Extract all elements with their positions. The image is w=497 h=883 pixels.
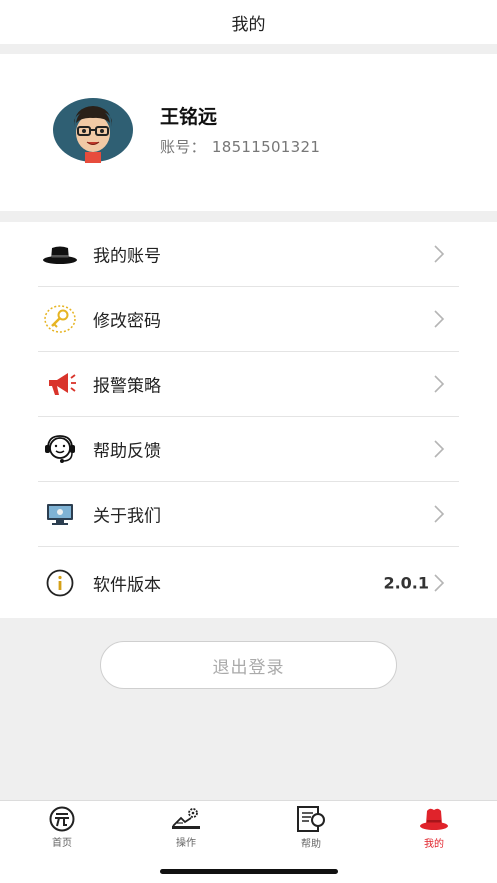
- key-icon: [40, 301, 80, 337]
- page-title: 我的: [231, 14, 266, 35]
- menu-item-software-version[interactable]: 软件版本 2.0.1: [38, 547, 459, 618]
- tab-home[interactable]: 首页: [22, 805, 102, 849]
- chevron-right-icon: [434, 375, 445, 393]
- megaphone-icon: [40, 366, 80, 402]
- menu-item-change-password[interactable]: 修改密码: [38, 287, 459, 352]
- profile-card[interactable]: 王铭远 账号： 18511501321: [0, 54, 497, 211]
- tab-label: 帮助: [301, 839, 321, 850]
- hat-icon: [40, 236, 80, 272]
- monitor-icon: [40, 496, 80, 532]
- chevron-right-icon: [434, 573, 445, 592]
- headset-icon: [40, 431, 80, 467]
- settings-menu: 我的账号 修改密码 报警策略 帮助反馈 关于我们 软件版本 2.0.1: [0, 222, 497, 618]
- operation-icon: [169, 805, 203, 832]
- tab-label: 首页: [52, 838, 72, 849]
- avatar[interactable]: [52, 97, 134, 163]
- home-logo-icon: [45, 805, 79, 832]
- tab-operation[interactable]: 操作: [146, 805, 226, 849]
- tab-label: 操作: [176, 838, 196, 849]
- chevron-right-icon: [434, 245, 445, 263]
- logout-button[interactable]: 退出登录: [100, 641, 397, 689]
- info-icon: [40, 565, 80, 601]
- menu-label: 关于我们: [93, 506, 161, 527]
- menu-item-my-account[interactable]: 我的账号: [38, 222, 459, 287]
- account-number: 18511501321: [211, 138, 321, 156]
- menu-label: 帮助反馈: [93, 441, 161, 462]
- home-indicator: [160, 869, 338, 874]
- tab-label: 我的: [424, 839, 444, 850]
- menu-item-alarm-policy[interactable]: 报警策略: [38, 352, 459, 417]
- version-number: 2.0.1: [383, 573, 429, 592]
- account-info: 账号： 18511501321: [160, 136, 326, 157]
- help-book-icon: [294, 805, 328, 833]
- tab-mine[interactable]: 我的: [394, 805, 474, 850]
- menu-label: 软件版本: [93, 575, 161, 595]
- chevron-right-icon: [434, 310, 445, 328]
- tab-help[interactable]: 帮助: [271, 805, 351, 850]
- chevron-right-icon: [434, 440, 445, 458]
- menu-label: 我的账号: [93, 246, 161, 267]
- menu-label: 报警策略: [93, 376, 161, 397]
- menu-item-about-us[interactable]: 关于我们: [38, 482, 459, 547]
- profile-hat-icon: [417, 805, 451, 833]
- account-label: 账号：: [160, 138, 206, 156]
- navigation-bar: 我的: [0, 0, 497, 44]
- menu-item-help-feedback[interactable]: 帮助反馈: [38, 417, 459, 482]
- menu-label: 修改密码: [93, 311, 161, 332]
- user-name: 王铭远: [160, 106, 218, 128]
- chevron-right-icon: [434, 505, 445, 523]
